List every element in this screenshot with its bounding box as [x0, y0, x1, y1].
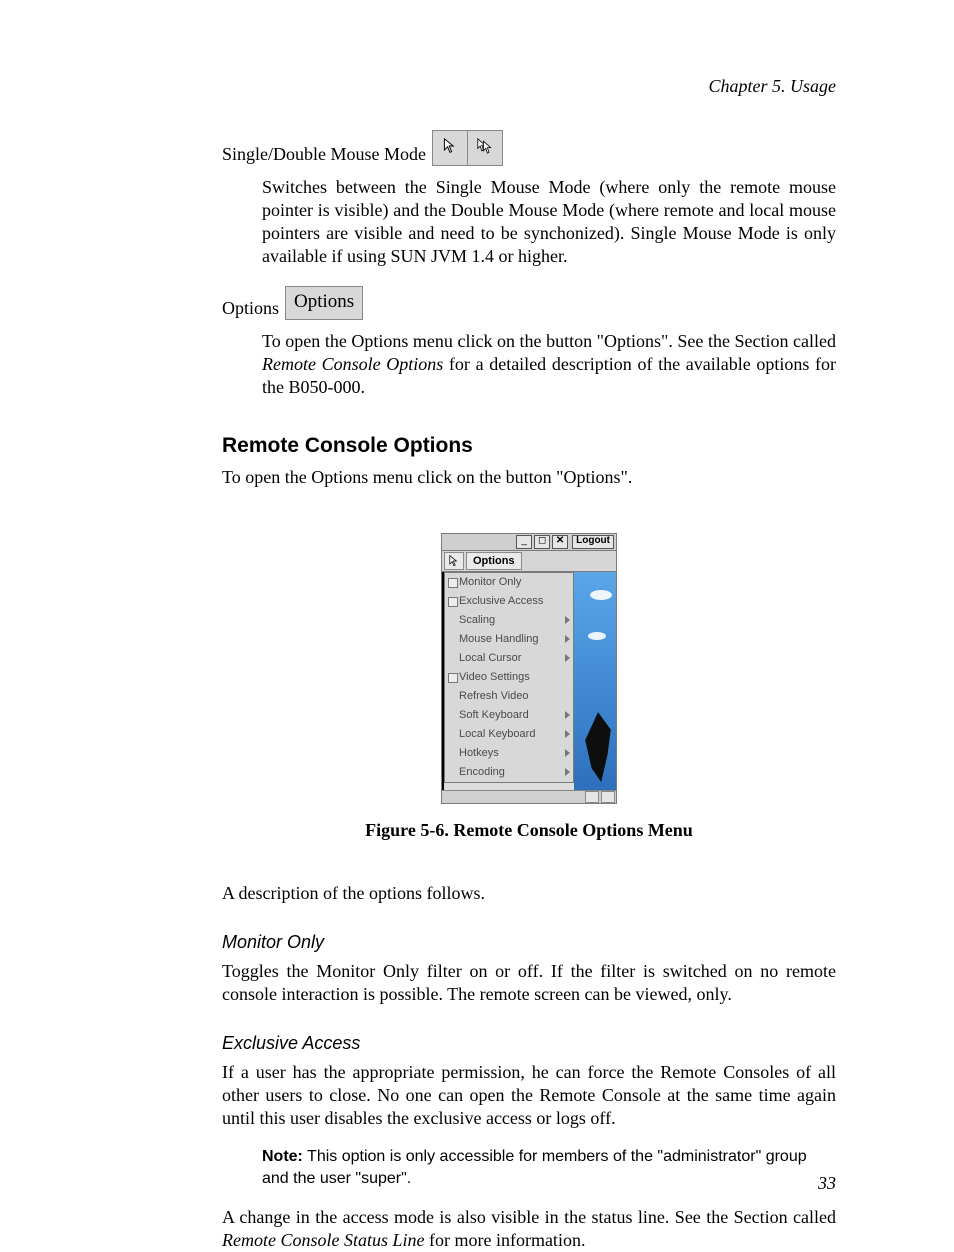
note-body: This option is only accessible for membe… [262, 1148, 807, 1187]
menu-item-encoding[interactable]: Encoding [445, 763, 573, 782]
menu-item-monitor-only[interactable]: Monitor Only [445, 573, 573, 592]
exclusive-after-2: for more information. [424, 1230, 585, 1250]
menu-item-exclusive-access[interactable]: Exclusive Access [445, 592, 573, 611]
double-cursor-icon [477, 137, 493, 160]
submenu-arrow-icon [565, 654, 570, 662]
after-figure: A description of the options follows. [222, 882, 836, 905]
single-mouse-button[interactable] [433, 131, 468, 165]
menu-item-hotkeys[interactable]: Hotkeys [445, 744, 573, 763]
cursor-tool-icon[interactable] [444, 552, 464, 570]
mouse-mode-button-group [432, 130, 503, 166]
exclusive-after-1: A change in the access mode is also visi… [222, 1207, 836, 1227]
options-desc: To open the Options menu click on the bu… [262, 330, 836, 399]
menu-item-local-cursor[interactable]: Local Cursor [445, 649, 573, 668]
figure-caption: Figure 5-6. Remote Console Options Menu [222, 819, 836, 842]
exclusive-access-body: If a user has the appropriate permission… [222, 1061, 836, 1130]
toolbar-options-button[interactable]: Options [466, 552, 522, 570]
options-entry: Options Options [222, 286, 836, 320]
mouse-mode-desc: Switches between the Single Mouse Mode (… [262, 176, 836, 268]
double-mouse-button[interactable] [468, 131, 502, 165]
toolbar: Options [442, 551, 616, 572]
options-button[interactable]: Options [285, 286, 363, 320]
mouse-mode-entry: Single/Double Mouse Mode [222, 130, 836, 166]
menu-item-local-keyboard[interactable]: Local Keyboard [445, 725, 573, 744]
section-heading: Remote Console Options [222, 433, 836, 460]
menu-item-soft-keyboard[interactable]: Soft Keyboard [445, 706, 573, 725]
close-button[interactable]: ✕ [552, 535, 568, 549]
maximize-button[interactable]: ◻ [534, 535, 550, 549]
submenu-arrow-icon [565, 749, 570, 757]
menu-item-refresh-video[interactable]: Refresh Video [445, 687, 573, 706]
running-head: Chapter 5. Usage [222, 75, 836, 98]
options-label: Options [222, 297, 279, 320]
options-desc-1: To open the Options menu click on the bu… [262, 331, 836, 351]
cursor-icon [442, 137, 458, 160]
submenu-arrow-icon [565, 635, 570, 643]
mouse-mode-label: Single/Double Mouse Mode [222, 143, 426, 166]
minimize-button[interactable]: _ [516, 535, 532, 549]
options-menu: Monitor OnlyExclusive AccessScalingMouse… [444, 572, 574, 783]
exclusive-after: A change in the access mode is also visi… [222, 1206, 836, 1252]
menu-item-scaling[interactable]: Scaling [445, 611, 573, 630]
submenu-arrow-icon [565, 616, 570, 624]
monitor-only-heading: Monitor Only [222, 931, 836, 954]
submenu-arrow-icon [565, 768, 570, 776]
note-label: Note: [262, 1148, 303, 1165]
submenu-arrow-icon [565, 730, 570, 738]
options-desc-ref: Remote Console Options [262, 354, 443, 374]
section-intro: To open the Options menu click on the bu… [222, 466, 836, 489]
exclusive-after-ref: Remote Console Status Line [222, 1230, 424, 1250]
menu-item-mouse-handling[interactable]: Mouse Handling [445, 630, 573, 649]
figure-wrap: _ ◻ ✕ Logout Options Monitor OnlyExclusi… [222, 533, 836, 842]
monitor-only-body: Toggles the Monitor Only filter on or of… [222, 960, 836, 1006]
scrollbar-bottom[interactable] [442, 790, 616, 803]
note-block: Note: This option is only accessible for… [262, 1146, 836, 1189]
menu-item-video-settings[interactable]: Video Settings [445, 668, 573, 687]
desktop-background [574, 572, 616, 790]
logout-button[interactable]: Logout [572, 535, 614, 549]
options-menu-screenshot: _ ◻ ✕ Logout Options Monitor OnlyExclusi… [441, 533, 617, 804]
exclusive-access-heading: Exclusive Access [222, 1032, 836, 1055]
window-titlebar: _ ◻ ✕ Logout [442, 534, 616, 551]
page-number: 33 [818, 1172, 836, 1195]
submenu-arrow-icon [565, 711, 570, 719]
